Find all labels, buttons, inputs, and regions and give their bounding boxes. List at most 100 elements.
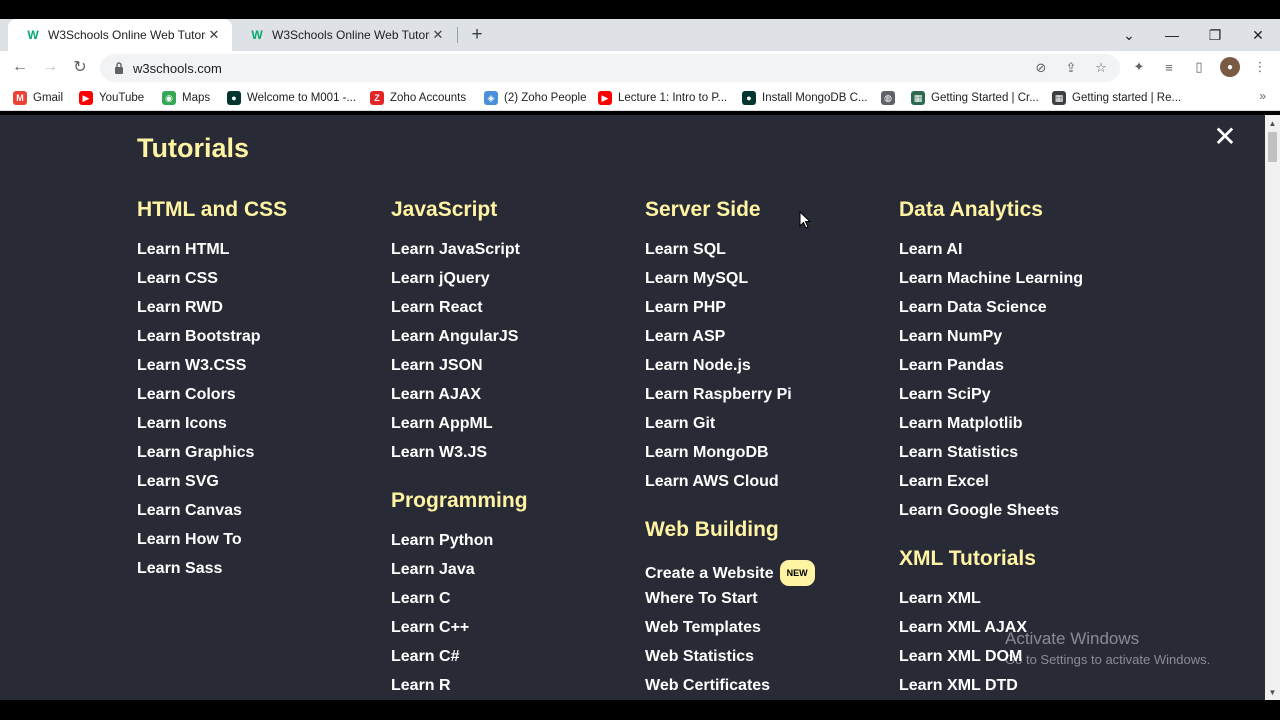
page-scrollbar[interactable]: ▲ ▼ (1265, 115, 1280, 700)
minimize-button[interactable]: — (1150, 19, 1194, 51)
tutorial-link[interactable]: Learn CSS (137, 269, 387, 298)
tab-w3schools-2[interactable]: W W3Schools Online Web Tutorials ✕ (232, 19, 456, 51)
bookmark-item[interactable]: M Gmail (13, 89, 63, 107)
tutorial-link[interactable]: Learn Pandas (899, 356, 1149, 385)
bookmark-item[interactable]: ◈ (2) Zoho People (484, 89, 586, 107)
tutorial-link[interactable]: Learn Java (391, 560, 641, 589)
tutorial-link[interactable]: Learn Icons (137, 414, 387, 443)
tutorial-link-label: Learn Pandas (899, 357, 1004, 374)
tutorial-link[interactable]: Learn MongoDB (645, 443, 895, 472)
tutorial-link[interactable]: Learn SciPy (899, 385, 1149, 414)
tutorial-link[interactable]: Web Statistics (645, 647, 895, 676)
tutorial-link[interactable]: Learn XML (899, 589, 1149, 618)
bookmark-item[interactable]: ◍ (881, 89, 901, 107)
address-bar[interactable]: w3schools.com ⊘ ⇪ ☆ (100, 54, 1120, 82)
tutorial-link[interactable]: Learn Machine Learning (899, 269, 1149, 298)
bookmarks-overflow-chevron-icon[interactable]: » (1259, 89, 1266, 103)
tab-close-icon[interactable]: ✕ (206, 27, 222, 43)
tutorial-link[interactable]: Learn HTML (137, 240, 387, 269)
scroll-up-arrow-icon[interactable]: ▲ (1265, 116, 1280, 130)
tutorial-link[interactable]: Learn PHP (645, 298, 895, 327)
tab-search-chevron-down-icon[interactable]: ⌄ (1107, 19, 1151, 51)
tutorial-link[interactable]: Web Certificates (645, 676, 895, 700)
tutorial-link[interactable]: Learn Raspberry Pi (645, 385, 895, 414)
bookmark-label: Lecture 1: Intro to P... (618, 92, 728, 104)
tutorial-link[interactable]: Learn Sass (137, 559, 387, 588)
tutorial-link-label: Learn C++ (391, 619, 470, 636)
tutorial-link[interactable]: Learn Bootstrap (137, 327, 387, 356)
tutorial-link[interactable]: Learn Canvas (137, 501, 387, 530)
tab-close-icon[interactable]: ✕ (430, 27, 446, 43)
restore-button[interactable]: ❐ (1193, 19, 1237, 51)
scroll-thumb[interactable] (1268, 132, 1277, 162)
tutorial-link[interactable]: Learn Colors (137, 385, 387, 414)
tutorial-link[interactable]: Learn AppML (391, 414, 641, 443)
tutorial-link[interactable]: Learn React (391, 298, 641, 327)
tutorial-link[interactable]: Learn XML DTD (899, 676, 1149, 700)
share-icon[interactable]: ⇪ (1062, 59, 1080, 77)
tutorial-link[interactable]: Learn JSON (391, 356, 641, 385)
tutorial-link[interactable]: Web Templates (645, 618, 895, 647)
tutorial-link[interactable]: Learn C# (391, 647, 641, 676)
media-control-icon[interactable]: ≡ (1158, 56, 1180, 78)
tutorial-link[interactable]: Learn Node.js (645, 356, 895, 385)
tutorial-link[interactable]: Learn Google Sheets (899, 501, 1149, 530)
tutorial-link-label: Learn Excel (899, 473, 989, 490)
bookmark-item[interactable]: ▶ YouTube (79, 89, 144, 107)
tutorial-link[interactable]: Learn AJAX (391, 385, 641, 414)
tutorial-link[interactable]: Learn Graphics (137, 443, 387, 472)
tutorial-link-label: Learn C (391, 590, 451, 607)
tutorial-link[interactable]: Learn How To (137, 530, 387, 559)
side-panel-icon[interactable]: ▯ (1188, 56, 1210, 78)
tutorial-link[interactable]: Learn JavaScript (391, 240, 641, 269)
tutorial-link[interactable]: Learn NumPy (899, 327, 1149, 356)
w3schools-favicon-icon: W (251, 28, 263, 42)
tutorial-link[interactable]: Learn Matplotlib (899, 414, 1149, 443)
tutorial-link-label: Learn Java (391, 561, 475, 578)
profile-avatar[interactable]: ● (1220, 57, 1240, 77)
tutorial-link[interactable]: Learn C (391, 589, 641, 618)
forward-icon[interactable]: → (36, 53, 64, 81)
tutorial-link[interactable]: Learn AI (899, 240, 1149, 269)
scroll-down-arrow-icon[interactable]: ▼ (1265, 685, 1280, 699)
tutorial-link[interactable]: Learn AngularJS (391, 327, 641, 356)
bookmark-item[interactable]: ● Install MongoDB C... (742, 89, 867, 107)
tutorial-link[interactable]: Learn Excel (899, 472, 1149, 501)
bookmark-item[interactable]: ▦ Getting started | Re... (1052, 89, 1181, 107)
tutorial-link[interactable]: Learn Python (391, 531, 641, 560)
close-menu-button[interactable]: ✕ (1212, 121, 1238, 152)
tutorial-link[interactable]: Learn AWS Cloud (645, 472, 895, 501)
tutorial-link[interactable]: Learn W3.JS (391, 443, 641, 472)
new-tab-button[interactable]: + (466, 19, 488, 51)
close-window-button[interactable]: ✕ (1236, 19, 1280, 51)
tutorial-link[interactable]: Learn W3.CSS (137, 356, 387, 385)
tutorial-link[interactable]: Learn jQuery (391, 269, 641, 298)
tutorial-link[interactable]: Learn C++ (391, 618, 641, 647)
bookmark-item[interactable]: ● Welcome to M001 -... (227, 89, 356, 107)
kebab-menu-icon[interactable]: ⋮ (1249, 56, 1271, 78)
eye-off-icon[interactable]: ⊘ (1032, 59, 1050, 77)
extensions-puzzle-icon[interactable]: ✦ (1128, 56, 1150, 78)
tutorial-link[interactable]: Learn ASP (645, 327, 895, 356)
bookmark-item[interactable]: ▦ Getting Started | Cr... (911, 89, 1039, 107)
bookmark-label: Maps (182, 92, 211, 104)
bookmark-star-icon[interactable]: ☆ (1092, 59, 1110, 77)
tab-w3schools-1[interactable]: W W3Schools Online Web Tutorials ✕ (8, 19, 232, 51)
tutorial-link[interactable]: Learn Git (645, 414, 895, 443)
bookmark-item[interactable]: ▶ Lecture 1: Intro to P... (598, 89, 727, 107)
tutorial-link[interactable]: Learn R (391, 676, 641, 700)
bookmark-item[interactable]: Z Zoho Accounts (370, 89, 466, 107)
bookmark-item[interactable]: ◉ Maps (162, 89, 210, 107)
tutorial-link[interactable]: Learn SVG (137, 472, 387, 501)
tutorial-link[interactable]: Learn RWD (137, 298, 387, 327)
tab-separator (457, 27, 458, 43)
back-icon[interactable]: ← (6, 53, 34, 81)
section-heading: HTML and CSS (137, 198, 288, 221)
tutorial-link[interactable]: Create a Website NEW (645, 560, 895, 589)
tutorial-link[interactable]: Where To Start (645, 589, 895, 618)
tutorial-link[interactable]: Learn Statistics (899, 443, 1149, 472)
tutorial-link[interactable]: Learn SQL (645, 240, 895, 269)
reload-icon[interactable]: ↻ (66, 53, 94, 81)
tutorial-link[interactable]: Learn MySQL (645, 269, 895, 298)
tutorial-link[interactable]: Learn Data Science (899, 298, 1149, 327)
